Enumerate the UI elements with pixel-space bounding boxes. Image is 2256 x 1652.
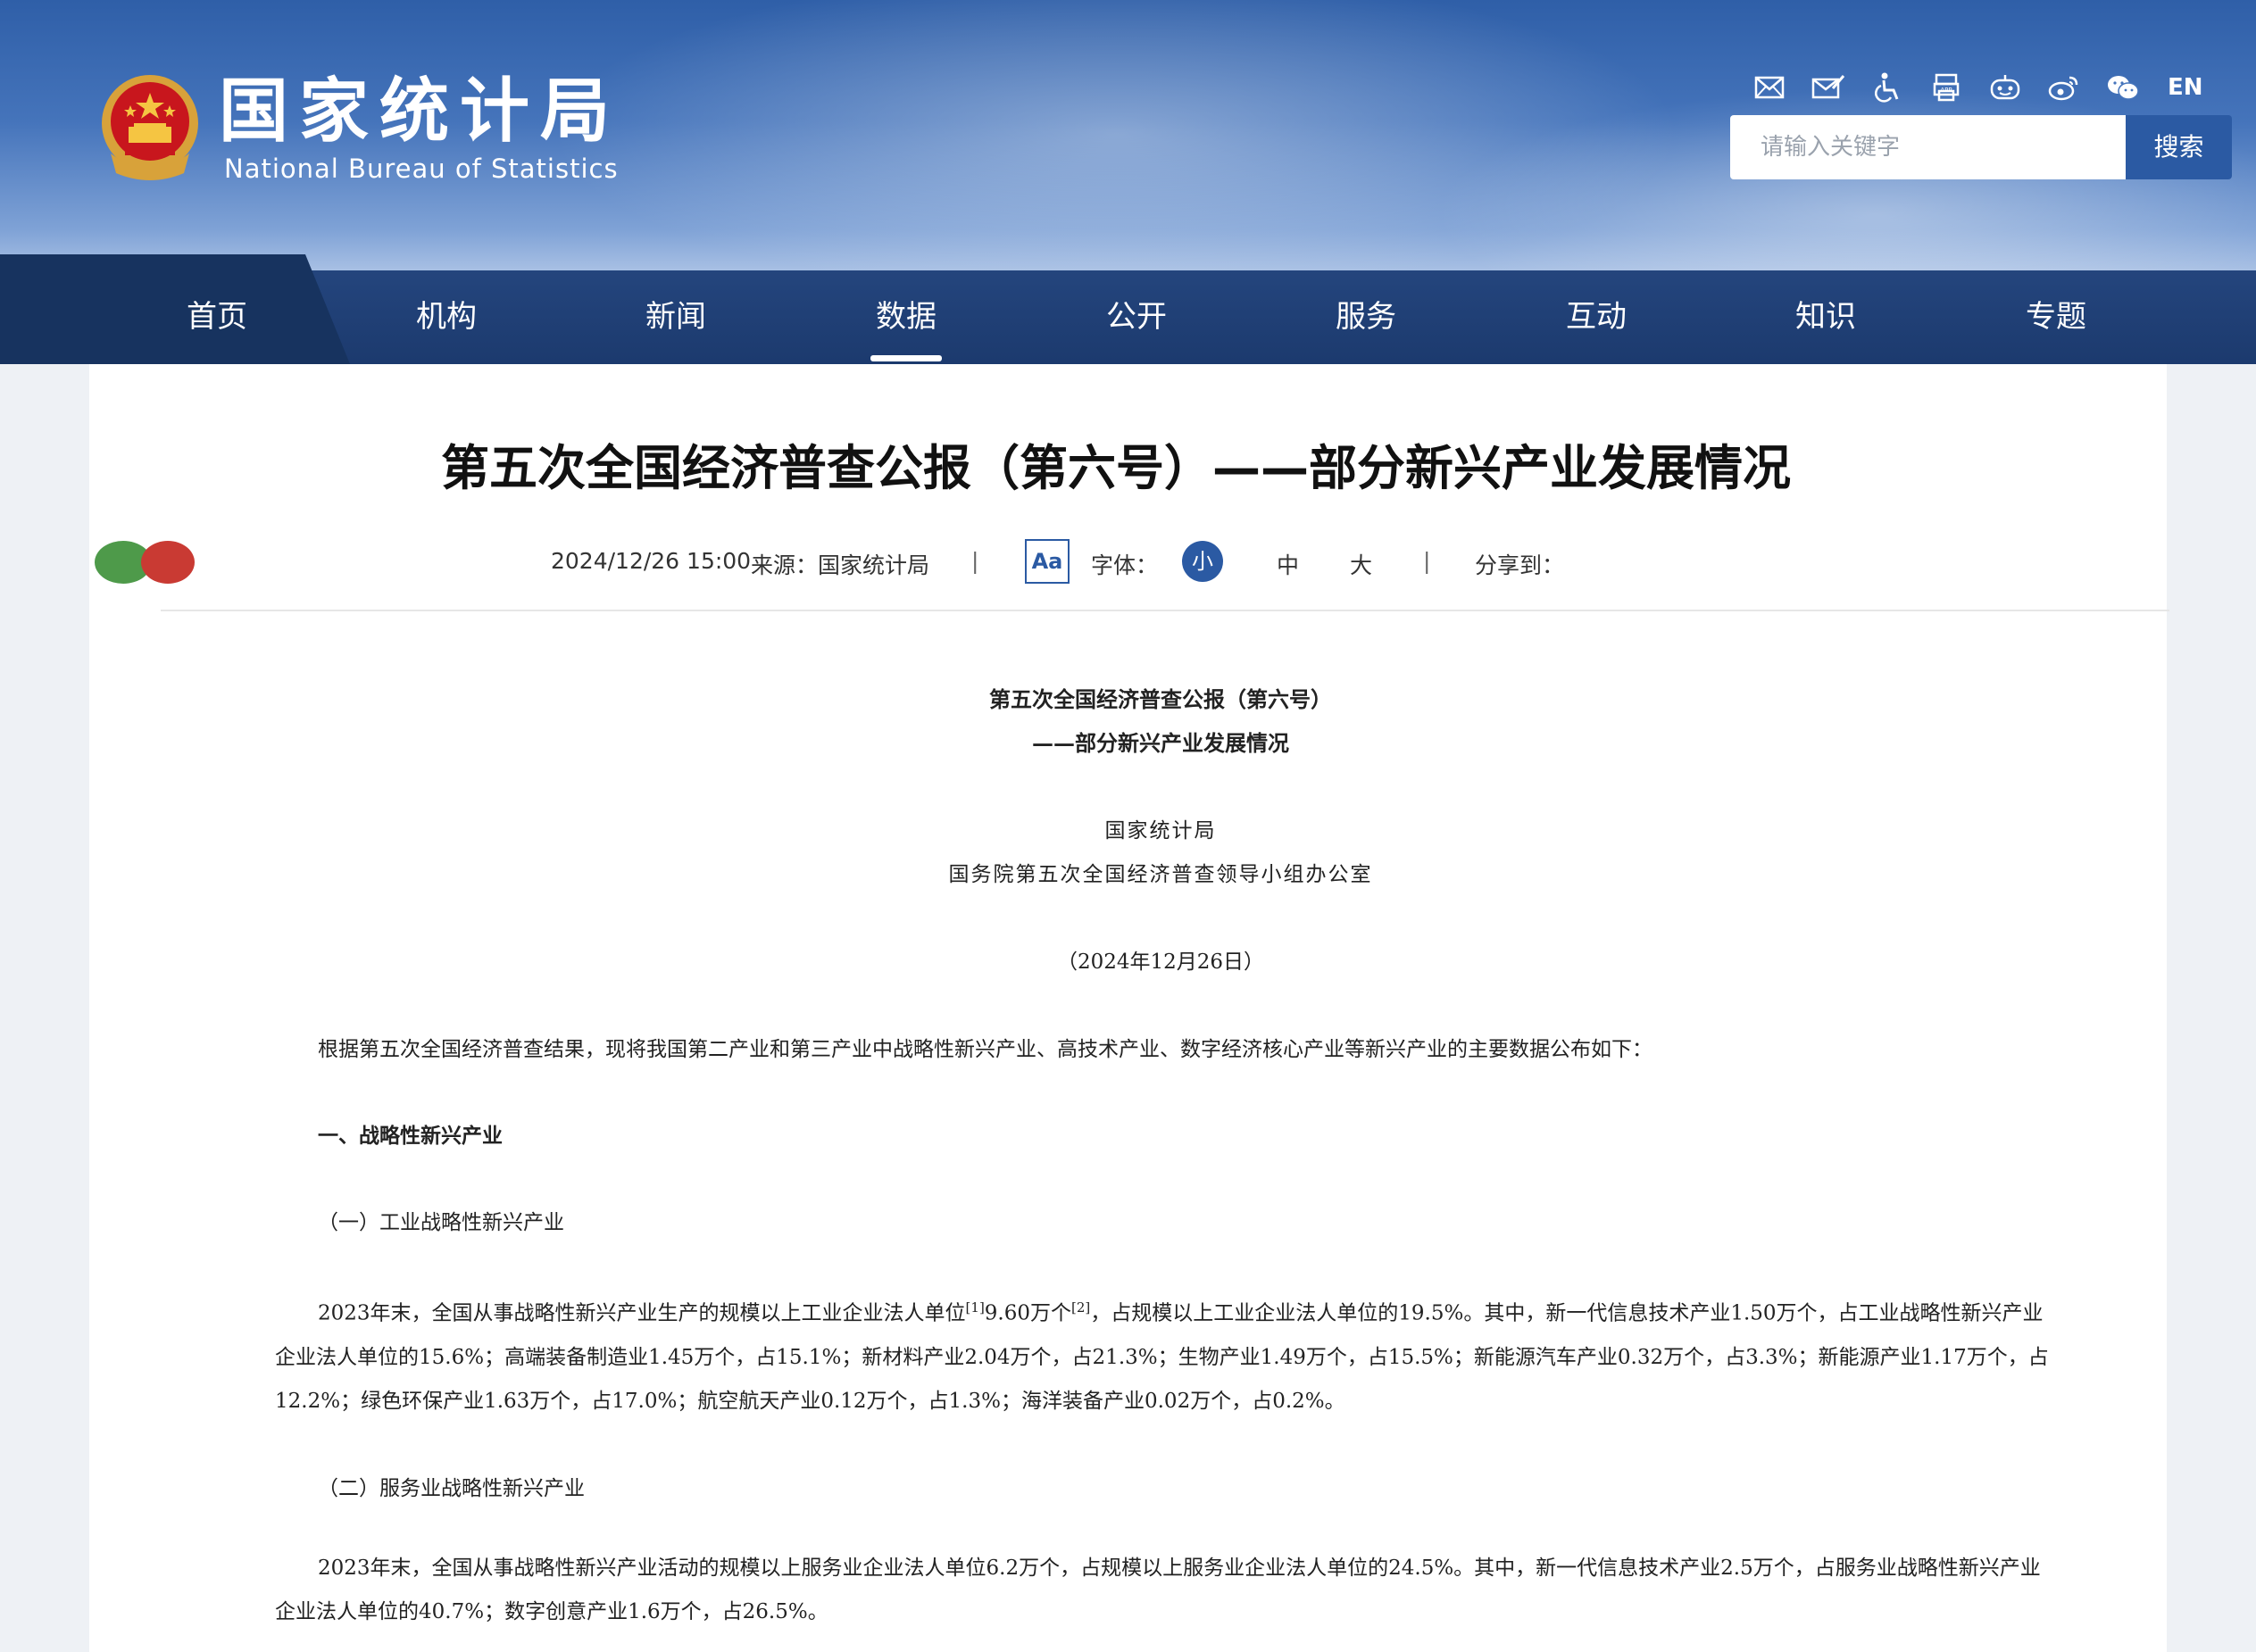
font-size-icon: Aa: [1025, 539, 1070, 584]
app-icon[interactable]: APP: [1927, 70, 1966, 105]
wechat-icon[interactable]: [2103, 70, 2143, 105]
meta-separator: |: [1423, 548, 1431, 574]
doc-intro: 根据第五次全国经济普查结果，现将我国第二产业和第三产业中战略性新兴产业、高技术产…: [318, 1038, 1652, 1061]
nav-item-services[interactable]: 服务: [1286, 270, 1446, 364]
toolbar-icons: APP EN: [1750, 70, 2203, 105]
robot-icon[interactable]: [1985, 70, 2025, 105]
doc-date: （2024年12月26日）: [1056, 951, 1265, 974]
nav-item-home[interactable]: 首页: [137, 270, 297, 364]
footnote-ref-1[interactable]: [1]: [966, 1299, 985, 1316]
doc-issuer-2: 国务院第五次全国经济普查领导小组办公室: [948, 863, 1373, 886]
footnote-ref-2[interactable]: [2]: [1071, 1299, 1090, 1316]
weibo-icon[interactable]: [2044, 70, 2084, 105]
meta-separator: |: [971, 548, 979, 574]
subsection-heading-2: （二）服务业战略性新兴产业: [318, 1477, 585, 1500]
national-emblem-icon[interactable]: [98, 73, 202, 184]
meta-divider: [161, 610, 2169, 611]
nav-item-data[interactable]: 数据: [826, 270, 986, 364]
nav-item-public[interactable]: 公开: [1056, 270, 1217, 364]
article-meta: 2024/12/26 15:00 来源：国家统计局 | Aa 字体： 小 中 大…: [89, 539, 2167, 593]
nav-item-knowledge[interactable]: 知识: [1745, 270, 1906, 364]
paragraph-industrial: 2023年末，全国从事战略性新兴产业生产的规模以上工业企业法人单位[1]9.60…: [275, 1286, 2052, 1424]
doc-issuer-1: 国家统计局: [1104, 819, 1217, 843]
section-heading-1: 一、战略性新兴产业: [318, 1124, 503, 1148]
font-size-medium-button[interactable]: 中: [1277, 548, 1299, 580]
mail-icon[interactable]: [1750, 70, 1789, 105]
article-panel: 第五次全国经济普查公报（第六号）——部分新兴产业发展情况 2024/12/26 …: [89, 364, 2169, 1652]
site-name-en[interactable]: National Bureau of Statistics: [224, 154, 619, 184]
lang-toggle-en[interactable]: EN: [2162, 70, 2203, 105]
article-source: 来源：国家统计局: [751, 552, 930, 578]
para1-text-b: 9.60万个: [984, 1301, 1072, 1325]
font-size-small-button[interactable]: 小: [1182, 541, 1223, 582]
article-datetime: 2024/12/26 15:00: [551, 548, 752, 574]
paragraph-services: 2023年末，全国从事战略性新兴产业活动的规模以上服务业企业法人单位6.2万个，…: [275, 1557, 2041, 1623]
doc-subtitle: ——部分新兴产业发展情况: [1032, 730, 1289, 756]
font-size-label: 字体：: [1091, 552, 1159, 578]
doc-title: 第五次全国经济普查公报（第六号）: [989, 686, 1332, 712]
subsection-heading-1: （一）工业战略性新兴产业: [318, 1211, 564, 1234]
mail-edit-icon[interactable]: [1809, 70, 1848, 105]
para1-text-a: 2023年末，全国从事战略性新兴产业生产的规模以上工业企业法人单位: [318, 1301, 966, 1325]
nav-item-institutions[interactable]: 机构: [366, 270, 527, 364]
nav-item-topics[interactable]: 专题: [1976, 270, 2136, 364]
search-button[interactable]: 搜索: [2126, 115, 2232, 179]
share-label: 分享到：: [1475, 552, 1565, 578]
main-nav: 首页 机构 新闻 数据 公开 服务 互动 知识 专题: [0, 254, 2256, 364]
nav-item-interaction[interactable]: 互动: [1516, 270, 1677, 364]
nav-active-indicator: [870, 355, 942, 361]
font-size-large-button[interactable]: 大: [1350, 548, 1372, 580]
site-name-cn[interactable]: 国家统计局: [219, 71, 620, 152]
svg-text:APP: APP: [1940, 87, 1952, 94]
search-input[interactable]: [1730, 115, 2126, 179]
accessibility-icon[interactable]: [1868, 70, 1907, 105]
article-title: 第五次全国经济普查公报（第六号）——部分新兴产业发展情况: [441, 440, 1791, 496]
header-banner: 国家统计局 National Bureau of Statistics APP …: [0, 0, 2256, 270]
share-icons[interactable]: [89, 539, 196, 585]
nav-item-news[interactable]: 新闻: [595, 270, 756, 364]
